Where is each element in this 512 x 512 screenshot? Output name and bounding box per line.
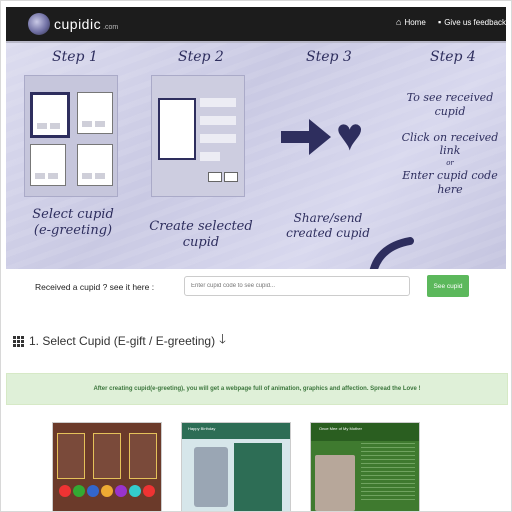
step-1-text: Select cupid (e-greeting) xyxy=(32,207,114,239)
thumbnail-header: Once Mee of My Mother xyxy=(319,426,362,431)
section-heading: 1. Select Cupid (E-gift / E-greeting) 🡓 xyxy=(13,330,226,352)
nav-feedback-link[interactable]: ▪ Give us feedback xyxy=(438,17,506,27)
heart-icon: ♥ xyxy=(336,108,364,160)
home-icon: ⌂ xyxy=(396,17,402,27)
top-navbar: cupidic .com ⌂ Home ▪ Give us feedback xyxy=(6,7,506,43)
nav-feedback-label: Give us feedback xyxy=(444,17,507,27)
nav-home-label: Home xyxy=(404,17,426,27)
step-2-text: Create selected cupid xyxy=(149,219,253,251)
flower-logo-icon xyxy=(28,13,50,35)
nav-home-link[interactable]: ⌂ Home xyxy=(396,17,426,27)
receive-prompt: Received a cupid ? see it here : xyxy=(35,282,155,292)
select-grid-illustration xyxy=(24,75,118,197)
step-1-title: Step 1 xyxy=(52,49,98,65)
step-3-title: Step 3 xyxy=(306,49,352,65)
create-form-illustration xyxy=(151,75,245,197)
cupid-thumbnail-photo[interactable]: Happy Birthday xyxy=(181,422,291,511)
cupid-thumbnail-puzzle[interactable] xyxy=(52,422,162,511)
arrow-right-head-icon xyxy=(309,119,331,155)
info-text: After creating cupid(e-greeting), you wi… xyxy=(93,386,421,392)
see-cupid-button[interactable]: See cupid xyxy=(427,275,469,297)
curved-arrow-icon xyxy=(369,237,414,269)
step-2-title: Step 2 xyxy=(178,49,224,65)
page-frame: cupidic .com ⌂ Home ▪ Give us feedback S… xyxy=(0,0,512,512)
comment-icon: ▪ xyxy=(438,17,442,27)
thumbnail-header: Happy Birthday xyxy=(188,426,216,431)
section-title: 1. Select Cupid (E-gift / E-greeting) xyxy=(29,334,216,348)
cupid-thumbnail-poem[interactable]: Once Mee of My Mother xyxy=(310,422,420,511)
arrow-down-icon: 🡓 xyxy=(219,331,226,346)
brand-logo[interactable]: cupidic .com xyxy=(28,7,118,41)
arrow-right-icon xyxy=(281,131,311,143)
steps-banner: Step 1 Step 2 Step 3 Step 4 ♥ Select cup… xyxy=(6,43,506,269)
cupid-code-input[interactable] xyxy=(184,276,410,296)
brand-suffix: .com xyxy=(103,23,119,31)
step-4-title: Step 4 xyxy=(430,49,476,65)
step-4-text: To see received cupid Click on received … xyxy=(401,91,499,196)
brand-name: cupidic xyxy=(54,16,102,32)
grid-icon xyxy=(13,336,24,347)
info-banner: After creating cupid(e-greeting), you wi… xyxy=(6,373,508,405)
